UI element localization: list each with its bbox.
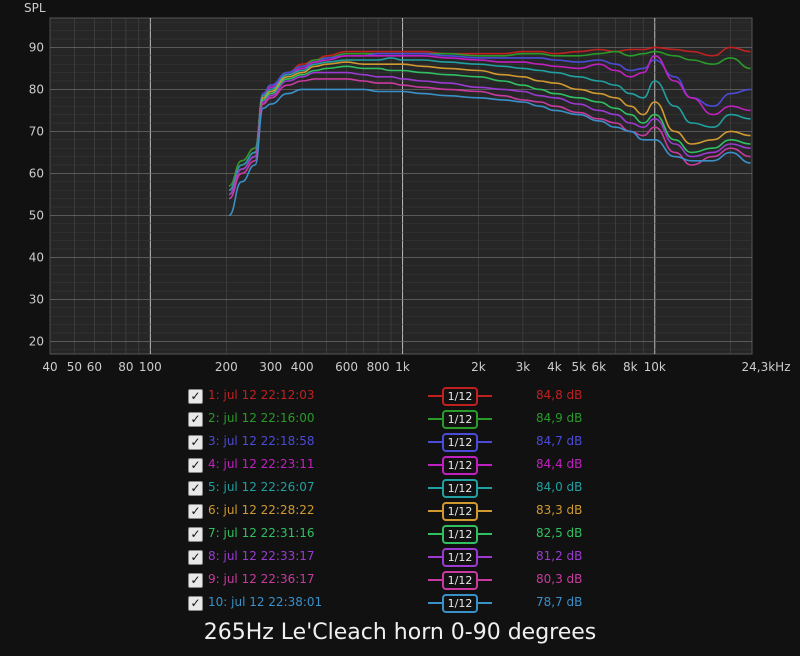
y-tick-label: 50 bbox=[29, 208, 44, 222]
smoothing-label[interactable]: 1/12 bbox=[442, 410, 478, 429]
smoothing-control[interactable]: 1/12 bbox=[428, 593, 492, 613]
x-tick-label: 200 bbox=[215, 360, 238, 374]
smoothing-control[interactable]: 1/12 bbox=[428, 478, 492, 498]
legend-series-value: 84,7 dB bbox=[536, 434, 583, 448]
smoothing-label[interactable]: 1/12 bbox=[442, 594, 478, 613]
legend-row: ✓ 9: jul 12 22:36:17 1/12 80,3 dB bbox=[188, 570, 608, 592]
series-visibility-checkbox[interactable]: ✓ bbox=[188, 458, 203, 473]
legend-row: ✓ 5: jul 12 22:26:07 1/12 84,0 dB bbox=[188, 478, 608, 500]
smoothing-label[interactable]: 1/12 bbox=[442, 387, 478, 406]
x-tick-label: 5k bbox=[572, 360, 587, 374]
smoothing-label[interactable]: 1/12 bbox=[442, 456, 478, 475]
legend-series-name: 4: jul 12 22:23:11 bbox=[208, 457, 315, 471]
x-tick-label: 50 bbox=[67, 360, 82, 374]
smoothing-label[interactable]: 1/12 bbox=[442, 433, 478, 452]
smoothing-control[interactable]: 1/12 bbox=[428, 547, 492, 567]
series-visibility-checkbox[interactable]: ✓ bbox=[188, 389, 203, 404]
legend-row: ✓ 4: jul 12 22:23:11 1/12 84,4 dB bbox=[188, 455, 608, 477]
smoothing-label[interactable]: 1/12 bbox=[442, 525, 478, 544]
legend-series-name: 2: jul 12 22:16:00 bbox=[208, 411, 315, 425]
legend-series-name: 3: jul 12 22:18:58 bbox=[208, 434, 315, 448]
smoothing-control[interactable]: 1/12 bbox=[428, 386, 492, 406]
x-tick-label: 600 bbox=[335, 360, 358, 374]
x-tick-label: 60 bbox=[87, 360, 102, 374]
series-visibility-checkbox[interactable]: ✓ bbox=[188, 504, 203, 519]
legend-series-value: 84,8 dB bbox=[536, 388, 583, 402]
x-tick-label: 80 bbox=[118, 360, 133, 374]
x-tick-label: 2k bbox=[471, 360, 486, 374]
legend-series-value: 78,7 dB bbox=[536, 595, 583, 609]
x-tick-label: 6k bbox=[592, 360, 607, 374]
legend-series-name: 1: jul 12 22:12:03 bbox=[208, 388, 315, 402]
legend-series-name: 10: jul 12 22:38:01 bbox=[208, 595, 323, 609]
y-axis-label: SPL bbox=[24, 1, 46, 15]
legend-series-value: 83,3 dB bbox=[536, 503, 583, 517]
series-visibility-checkbox[interactable]: ✓ bbox=[188, 527, 203, 542]
legend-series-value: 84,9 dB bbox=[536, 411, 583, 425]
legend-series-value: 80,3 dB bbox=[536, 572, 583, 586]
x-tick-label: 3k bbox=[516, 360, 531, 374]
y-tick-label: 30 bbox=[29, 292, 44, 306]
legend-series-value: 81,2 dB bbox=[536, 549, 583, 563]
legend-row: ✓ 8: jul 12 22:33:17 1/12 81,2 dB bbox=[188, 547, 608, 569]
smoothing-control[interactable]: 1/12 bbox=[428, 570, 492, 590]
y-tick-label: 60 bbox=[29, 166, 44, 180]
x-tick-label: 8k bbox=[623, 360, 638, 374]
y-tick-label: 20 bbox=[29, 334, 44, 348]
legend-series-value: 84,4 dB bbox=[536, 457, 583, 471]
smoothing-label[interactable]: 1/12 bbox=[442, 502, 478, 521]
x-tick-label: 300 bbox=[259, 360, 282, 374]
smoothing-label[interactable]: 1/12 bbox=[442, 548, 478, 567]
smoothing-label[interactable]: 1/12 bbox=[442, 571, 478, 590]
x-tick-label: 40 bbox=[42, 360, 57, 374]
x-tick-label: 100 bbox=[139, 360, 162, 374]
series-visibility-checkbox[interactable]: ✓ bbox=[188, 435, 203, 450]
legend-row: ✓ 6: jul 12 22:28:22 1/12 83,3 dB bbox=[188, 501, 608, 523]
series-visibility-checkbox[interactable]: ✓ bbox=[188, 481, 203, 496]
x-tick-label: 800 bbox=[367, 360, 390, 374]
smoothing-label[interactable]: 1/12 bbox=[442, 479, 478, 498]
legend-row: ✓ 7: jul 12 22:31:16 1/12 82,5 dB bbox=[188, 524, 608, 546]
x-tick-label: 24,3kHz bbox=[742, 360, 791, 374]
legend-series-name: 7: jul 12 22:31:16 bbox=[208, 526, 315, 540]
x-tick-label: 10k bbox=[644, 360, 666, 374]
legend-row: ✓ 3: jul 12 22:18:58 1/12 84,7 dB bbox=[188, 432, 608, 454]
chart-title: 265Hz Le'Cleach horn 0-90 degrees bbox=[203, 620, 597, 645]
legend-series-value: 82,5 dB bbox=[536, 526, 583, 540]
series-visibility-checkbox[interactable]: ✓ bbox=[188, 596, 203, 611]
series-visibility-checkbox[interactable]: ✓ bbox=[188, 573, 203, 588]
legend-series-name: 9: jul 12 22:36:17 bbox=[208, 572, 315, 586]
smoothing-control[interactable]: 1/12 bbox=[428, 432, 492, 452]
smoothing-control[interactable]: 1/12 bbox=[428, 409, 492, 429]
legend-series-name: 8: jul 12 22:33:17 bbox=[208, 549, 315, 563]
series-visibility-checkbox[interactable]: ✓ bbox=[188, 412, 203, 427]
y-tick-label: 80 bbox=[29, 82, 44, 96]
y-tick-label: 90 bbox=[29, 40, 44, 54]
frequency-response-chart: 20 30 40 50 60 70 80 90 40 50 60 80 100 200 300 400 600 8… bbox=[24, 1, 791, 374]
legend-series-name: 6: jul 12 22:28:22 bbox=[208, 503, 315, 517]
smoothing-control[interactable]: 1/12 bbox=[428, 501, 492, 521]
legend-series-name: 5: jul 12 22:26:07 bbox=[208, 480, 315, 494]
y-tick-label: 70 bbox=[29, 124, 44, 138]
legend-row: ✓ 10: jul 12 22:38:01 1/12 78,7 dB bbox=[188, 593, 608, 615]
legend-series-value: 84,0 dB bbox=[536, 480, 583, 494]
smoothing-control[interactable]: 1/12 bbox=[428, 455, 492, 475]
y-tick-label: 40 bbox=[29, 250, 44, 264]
x-tick-label: 1k bbox=[395, 360, 410, 374]
x-tick-label: 400 bbox=[291, 360, 314, 374]
smoothing-control[interactable]: 1/12 bbox=[428, 524, 492, 544]
legend-row: ✓ 2: jul 12 22:16:00 1/12 84,9 dB bbox=[188, 409, 608, 431]
series-visibility-checkbox[interactable]: ✓ bbox=[188, 550, 203, 565]
x-tick-label: 4k bbox=[547, 360, 562, 374]
legend-row: ✓ 1: jul 12 22:12:03 1/12 84,8 dB bbox=[188, 386, 608, 408]
